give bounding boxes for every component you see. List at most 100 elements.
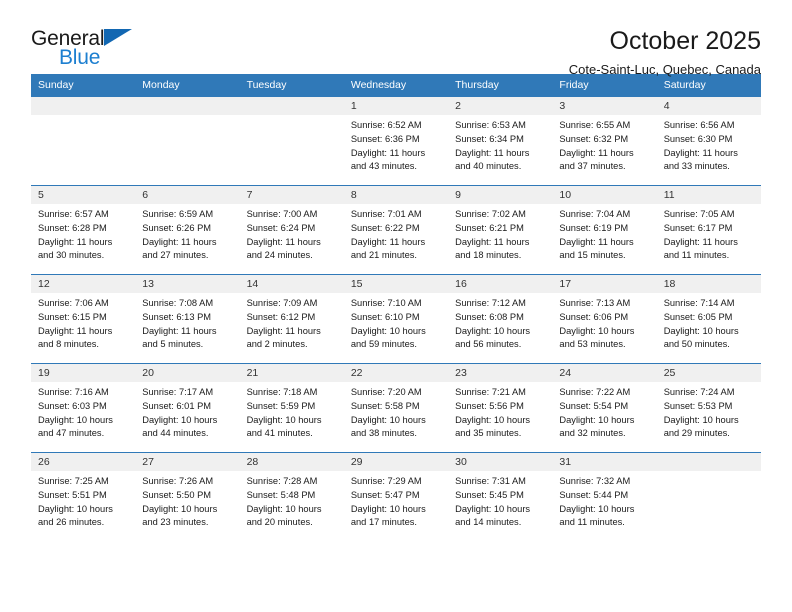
day-number <box>31 97 136 115</box>
sunrise-text: Sunrise: 7:00 AM <box>246 209 318 219</box>
calendar-day-cell[interactable]: 14 Sunrise: 7:09 AM Sunset: 6:12 PM Dayligh… <box>239 274 344 364</box>
day-details: Sunrise: 7:14 AM Sunset: 6:05 PM Daylight:… <box>657 293 761 352</box>
day-details: Sunrise: 7:29 AM Sunset: 5:47 PM Daylight:… <box>344 471 448 530</box>
calendar-day-cell[interactable]: 26 Sunrise: 7:25 AM Sunset: 5:51 PM Dayligh… <box>31 452 136 542</box>
sunrise-text: Sunrise: 7:31 AM <box>455 476 526 486</box>
weekday-header-friday: Friday <box>552 74 657 97</box>
calendar-day-cell[interactable]: 22 Sunrise: 7:20 AM Sunset: 5:58 PM Dayligh… <box>343 363 449 453</box>
daylight-text: Daylight: 11 hours and 21 minutes. <box>350 236 426 261</box>
calendar-day-cell[interactable]: 15 Sunrise: 7:10 AM Sunset: 6:10 PM Dayligh… <box>343 274 449 364</box>
page-title: October 2025 <box>609 27 762 55</box>
daylight-text: Daylight: 10 hours and 47 minutes. <box>38 414 113 439</box>
daylight-text: Daylight: 10 hours and 38 minutes. <box>350 414 426 439</box>
calendar-day-cell[interactable]: 20 Sunrise: 7:17 AM Sunset: 6:01 PM Dayligh… <box>135 363 240 453</box>
calendar-day-cell[interactable]: 19 Sunrise: 7:16 AM Sunset: 6:03 PM Dayligh… <box>31 363 136 453</box>
day-number: 18 <box>656 275 761 293</box>
calendar-week-row: 12 Sunrise: 7:06 AM Sunset: 6:15 PM Dayligh… <box>31 274 761 364</box>
calendar-day-cell[interactable]: 17 Sunrise: 7:13 AM Sunset: 6:06 PM Dayligh… <box>552 274 657 364</box>
sunrise-text: Sunrise: 6:53 AM <box>455 120 526 130</box>
daylight-text: Daylight: 10 hours and 53 minutes. <box>559 325 635 350</box>
calendar-day-cell[interactable]: 1 Sunrise: 6:52 AM Sunset: 6:36 PM Daylight… <box>343 96 449 186</box>
day-number: 22 <box>343 364 449 382</box>
sunrise-text: Sunrise: 7:17 AM <box>142 387 214 397</box>
sunset-text: Sunset: 6:28 PM <box>38 222 107 233</box>
sunset-text: Sunset: 5:44 PM <box>559 489 629 500</box>
sunset-text: Sunset: 6:05 PM <box>663 311 733 322</box>
calendar-day-cell[interactable]: 28 Sunrise: 7:28 AM Sunset: 5:48 PM Dayligh… <box>239 452 344 542</box>
day-details: Sunrise: 7:17 AM Sunset: 6:01 PM Daylight:… <box>135 382 239 441</box>
calendar-day-cell[interactable]: 21 Sunrise: 7:18 AM Sunset: 5:59 PM Dayligh… <box>239 363 344 453</box>
day-number: 12 <box>31 275 136 293</box>
calendar-day-cell[interactable]: 30 Sunrise: 7:31 AM Sunset: 5:45 PM Dayligh… <box>448 452 553 542</box>
daylight-text: Daylight: 11 hours and 5 minutes. <box>142 325 217 350</box>
day-number: 27 <box>135 453 240 471</box>
sunrise-text: Sunrise: 7:14 AM <box>663 298 735 308</box>
day-number: 1 <box>343 97 449 115</box>
sunrise-text: Sunrise: 6:57 AM <box>38 209 109 219</box>
sunrise-text: Sunrise: 7:10 AM <box>350 298 422 308</box>
calendar-day-cell[interactable]: 7 Sunrise: 7:00 AM Sunset: 6:24 PM Daylight… <box>239 185 344 275</box>
day-number: 3 <box>552 97 657 115</box>
sunset-text: Sunset: 6:10 PM <box>350 311 420 322</box>
daylight-text: Daylight: 11 hours and 27 minutes. <box>142 236 217 261</box>
calendar-day-cell[interactable]: 24 Sunrise: 7:22 AM Sunset: 5:54 PM Dayligh… <box>552 363 657 453</box>
calendar-day-cell[interactable]: 4 Sunrise: 6:56 AM Sunset: 6:30 PM Daylight… <box>656 96 761 186</box>
sunset-text: Sunset: 6:03 PM <box>38 400 107 411</box>
sunset-text: Sunset: 6:34 PM <box>455 133 524 144</box>
day-details: Sunrise: 7:08 AM Sunset: 6:13 PM Daylight:… <box>135 293 239 352</box>
day-number: 16 <box>448 275 553 293</box>
sunrise-text: Sunrise: 7:02 AM <box>455 209 526 219</box>
calendar-day-cell[interactable]: 23 Sunrise: 7:21 AM Sunset: 5:56 PM Dayligh… <box>448 363 553 453</box>
daylight-text: Daylight: 10 hours and 32 minutes. <box>559 414 635 439</box>
weekday-header-saturday: Saturday <box>656 74 761 97</box>
calendar-day-cell[interactable]: 31 Sunrise: 7:32 AM Sunset: 5:44 PM Dayligh… <box>552 452 657 542</box>
calendar-day-cell[interactable]: 27 Sunrise: 7:26 AM Sunset: 5:50 PM Dayligh… <box>135 452 240 542</box>
sunset-text: Sunset: 6:01 PM <box>142 400 212 411</box>
sunset-text: Sunset: 6:26 PM <box>142 222 212 233</box>
calendar-day-cell[interactable]: 11 Sunrise: 7:05 AM Sunset: 6:17 PM Dayligh… <box>656 185 761 275</box>
sunset-text: Sunset: 6:15 PM <box>38 311 107 322</box>
daylight-text: Daylight: 10 hours and 14 minutes. <box>455 503 531 528</box>
day-details: Sunrise: 7:16 AM Sunset: 6:03 PM Daylight:… <box>31 382 135 441</box>
triangle-icon <box>104 29 132 46</box>
calendar-day-cell[interactable]: 3 Sunrise: 6:55 AM Sunset: 6:32 PM Daylight… <box>552 96 657 186</box>
daylight-text: Daylight: 11 hours and 30 minutes. <box>38 236 113 261</box>
calendar-day-cell[interactable]: 25 Sunrise: 7:24 AM Sunset: 5:53 PM Dayligh… <box>656 363 761 453</box>
calendar-day-cell[interactable]: 2 Sunrise: 6:53 AM Sunset: 6:34 PM Daylight… <box>448 96 553 186</box>
calendar-day-cell[interactable]: 29 Sunrise: 7:29 AM Sunset: 5:47 PM Dayligh… <box>343 452 449 542</box>
daylight-text: Daylight: 11 hours and 37 minutes. <box>559 147 634 172</box>
sunrise-text: Sunrise: 7:08 AM <box>142 298 214 308</box>
daylight-text: Daylight: 10 hours and 50 minutes. <box>663 325 739 350</box>
calendar-day-cell[interactable]: 10 Sunrise: 7:04 AM Sunset: 6:19 PM Dayligh… <box>552 185 657 275</box>
daylight-text: Daylight: 11 hours and 15 minutes. <box>559 236 634 261</box>
day-number: 8 <box>343 186 449 204</box>
generalblue-logo[interactable]: General Blue <box>31 26 139 74</box>
sunset-text: Sunset: 6:22 PM <box>350 222 420 233</box>
calendar-day-cell[interactable]: 8 Sunrise: 7:01 AM Sunset: 6:22 PM Daylight… <box>343 185 449 275</box>
calendar-day-cell[interactable]: 12 Sunrise: 7:06 AM Sunset: 6:15 PM Dayligh… <box>31 274 136 364</box>
day-number: 29 <box>343 453 449 471</box>
sunset-text: Sunset: 6:19 PM <box>559 222 629 233</box>
calendar-day-cell[interactable]: 16 Sunrise: 7:12 AM Sunset: 6:08 PM Dayligh… <box>448 274 553 364</box>
calendar-cell-empty <box>31 96 136 186</box>
sunset-text: Sunset: 5:50 PM <box>142 489 212 500</box>
calendar-day-cell[interactable]: 5 Sunrise: 6:57 AM Sunset: 6:28 PM Daylight… <box>31 185 136 275</box>
calendar-cell-empty <box>135 96 240 186</box>
weekday-header-thursday: Thursday <box>448 74 553 97</box>
daylight-text: Daylight: 10 hours and 20 minutes. <box>246 503 322 528</box>
calendar-week-row: 1 Sunrise: 6:52 AM Sunset: 6:36 PM Daylight… <box>31 96 761 186</box>
day-details: Sunrise: 7:21 AM Sunset: 5:56 PM Daylight:… <box>448 382 552 441</box>
calendar-day-cell[interactable]: 13 Sunrise: 7:08 AM Sunset: 6:13 PM Dayligh… <box>135 274 240 364</box>
calendar-cell-empty <box>656 452 761 542</box>
sunrise-sunset-calendar: Sunday Monday Tuesday Wednesday Thursday… <box>31 74 761 542</box>
calendar-day-cell[interactable]: 9 Sunrise: 7:02 AM Sunset: 6:21 PM Daylight… <box>448 185 553 275</box>
sunrise-text: Sunrise: 7:01 AM <box>350 209 422 219</box>
calendar-day-cell[interactable]: 6 Sunrise: 6:59 AM Sunset: 6:26 PM Daylight… <box>135 185 240 275</box>
day-details: Sunrise: 7:12 AM Sunset: 6:08 PM Daylight:… <box>448 293 552 352</box>
sunrise-text: Sunrise: 7:26 AM <box>142 476 214 486</box>
sunset-text: Sunset: 6:30 PM <box>663 133 733 144</box>
sunrise-text: Sunrise: 6:55 AM <box>559 120 631 130</box>
day-number: 21 <box>239 364 344 382</box>
calendar-day-cell[interactable]: 18 Sunrise: 7:14 AM Sunset: 6:05 PM Dayligh… <box>656 274 761 364</box>
day-details: Sunrise: 7:10 AM Sunset: 6:10 PM Daylight:… <box>344 293 448 352</box>
